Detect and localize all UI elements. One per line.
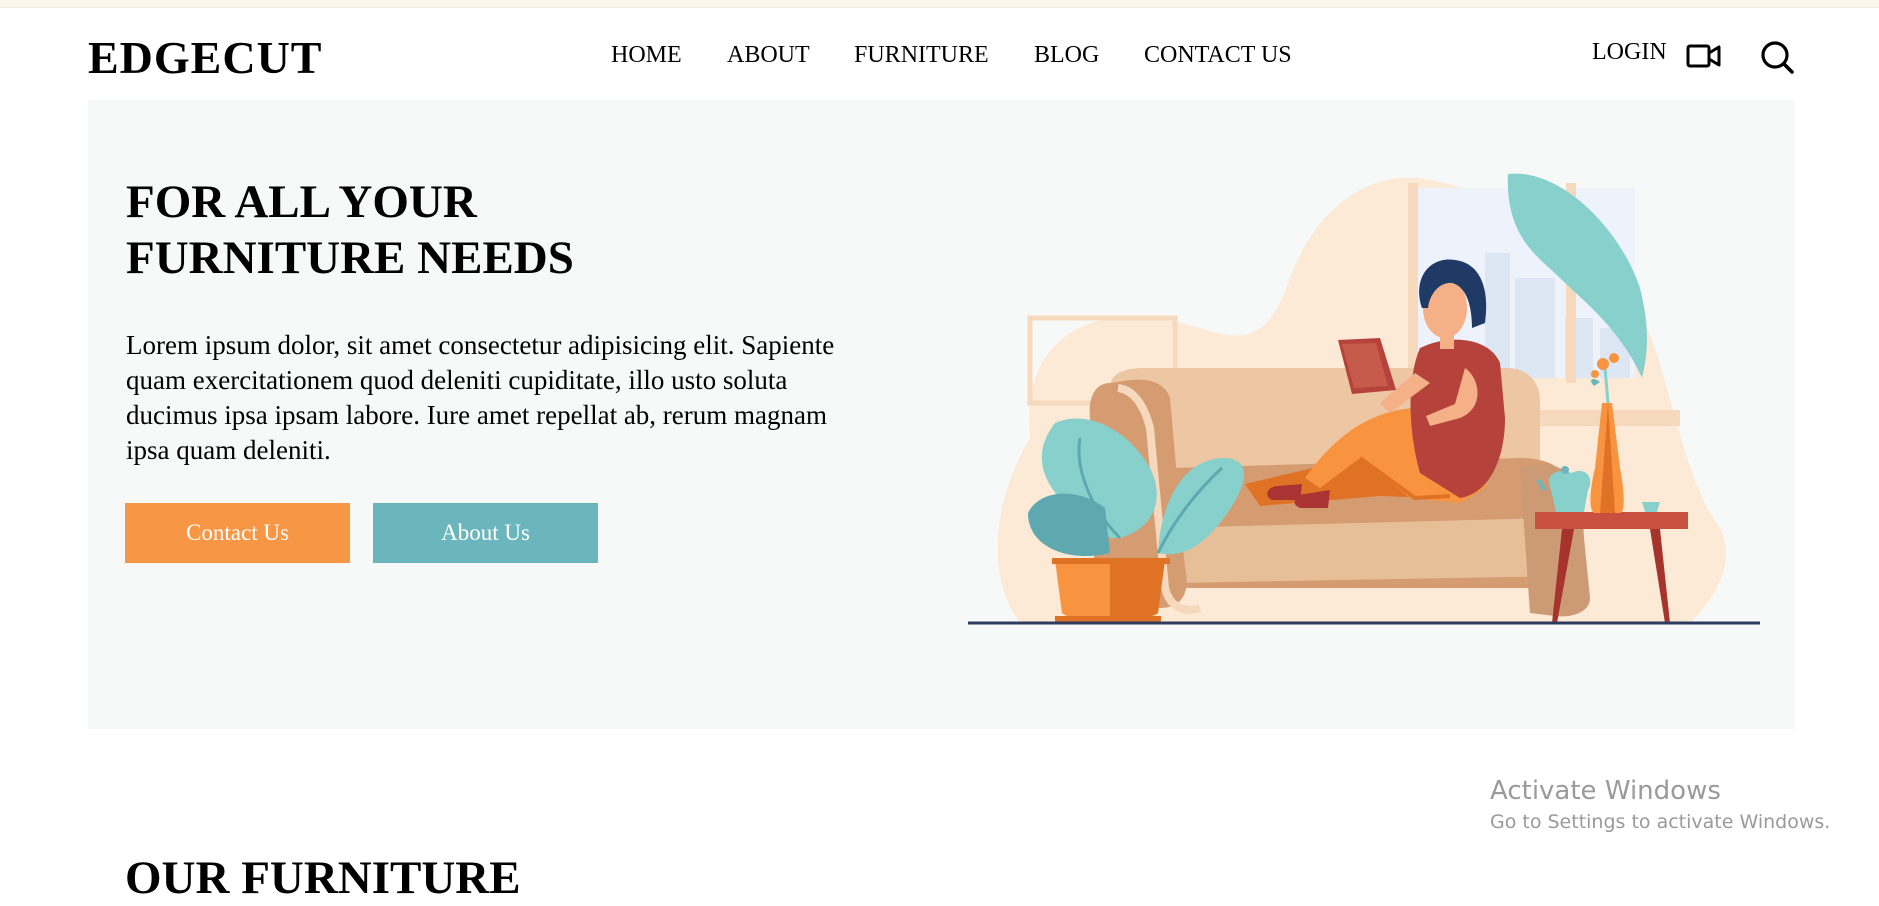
nav-blog[interactable]: BLOG [1034, 40, 1099, 70]
nav-about[interactable]: ABOUT [727, 40, 810, 70]
browser-top-strip [0, 0, 1879, 8]
hero-title-line-2: FURNITURE NEEDS [126, 232, 574, 284]
hero-illustration [960, 168, 1760, 633]
activate-windows-watermark: Activate Windows Go to Settings to activ… [1490, 774, 1830, 836]
nav-home[interactable]: HOME [611, 40, 682, 70]
hero-title-line-1: FOR ALL YOUR [126, 176, 477, 228]
site-logo[interactable]: EDGECUT [88, 30, 322, 86]
search-icon[interactable] [1760, 40, 1794, 79]
watermark-subtitle: Go to Settings to activate Windows. [1490, 811, 1831, 833]
contact-us-button[interactable]: Contact Us [125, 503, 350, 563]
about-us-button[interactable]: About Us [373, 503, 598, 563]
watermark-title: Activate Windows [1490, 776, 1721, 806]
login-link[interactable]: LOGIN [1592, 37, 1667, 67]
hero-description: Lorem ipsum dolor, sit amet consectetur … [126, 330, 835, 465]
nav-furniture[interactable]: FURNITURE [854, 40, 989, 70]
nav-contact-us[interactable]: CONTACT US [1144, 40, 1292, 70]
hero-title: FOR ALL YOUR FURNITURE NEEDS [126, 174, 766, 286]
video-camera-icon[interactable] [1686, 42, 1722, 75]
section-title: OUR FURNITURE [125, 852, 521, 904]
